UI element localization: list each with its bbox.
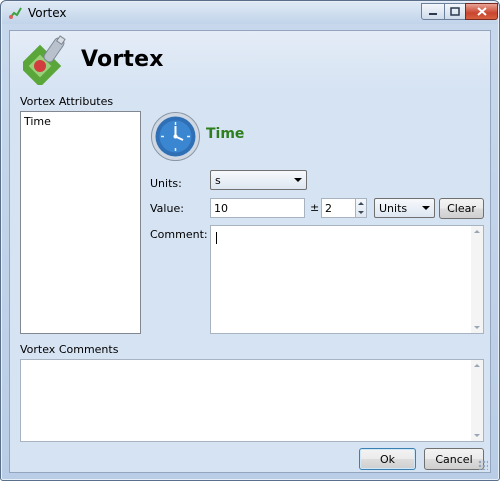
title-bar[interactable]: Vortex: [2, 2, 498, 24]
vortex-logo-icon: [23, 35, 66, 85]
window-title: Vortex: [28, 6, 67, 20]
list-item[interactable]: Time: [24, 115, 51, 128]
comment-scrollbar[interactable]: [471, 226, 483, 333]
text-caret: [216, 232, 217, 244]
scroll-up-icon[interactable]: [474, 230, 480, 233]
precision-input[interactable]: 2: [321, 198, 356, 218]
app-title: Vortex: [81, 47, 164, 72]
clock-icon: [151, 112, 200, 161]
units-select-value: s: [215, 174, 221, 187]
scroll-down-icon[interactable]: [474, 434, 480, 437]
value-units-select[interactable]: Units: [374, 198, 435, 218]
attributes-list[interactable]: Time: [20, 111, 141, 334]
maximize-icon: [450, 7, 460, 16]
value-label: Value:: [150, 202, 184, 215]
scroll-down-icon[interactable]: [474, 326, 480, 329]
cancel-button[interactable]: Cancel: [424, 448, 484, 470]
value-input-text: 10: [214, 202, 228, 215]
close-button[interactable]: [465, 3, 498, 20]
minimize-button[interactable]: [421, 3, 445, 20]
minimize-icon: [429, 12, 437, 15]
dialog-client-area: Vortex Vortex Attributes Time Time Units…: [9, 30, 491, 473]
comment-textarea[interactable]: [210, 225, 484, 334]
resize-grip-icon[interactable]: [478, 460, 488, 470]
plus-minus-label: ±: [310, 201, 320, 214]
ok-button[interactable]: Ok: [359, 448, 416, 470]
value-units-select-value: Units: [379, 202, 408, 215]
clear-button[interactable]: Clear: [439, 198, 484, 219]
chevron-down-icon: [422, 206, 430, 210]
value-input[interactable]: 10: [210, 198, 305, 218]
spin-down-icon[interactable]: [358, 211, 364, 214]
scroll-up-icon[interactable]: [474, 364, 480, 367]
vortex-window: Vortex Vortex Vortex Attributes Time Tim…: [0, 0, 500, 481]
attribute-title: Time: [206, 126, 245, 142]
vortex-comments-label: Vortex Comments: [20, 343, 119, 356]
vortex-small-icon: [9, 7, 22, 19]
attributes-label: Vortex Attributes: [20, 95, 114, 108]
comment-label: Comment:: [150, 228, 208, 241]
chevron-down-icon: [294, 178, 302, 182]
precision-spinner[interactable]: [355, 198, 367, 218]
vortex-comments-scrollbar[interactable]: [471, 360, 483, 441]
maximize-button[interactable]: [444, 3, 466, 20]
close-icon: [476, 7, 487, 16]
spin-up-icon[interactable]: [358, 202, 364, 205]
precision-input-text: 2: [325, 202, 332, 215]
units-select[interactable]: s: [210, 170, 307, 190]
units-label: Units:: [150, 177, 182, 190]
vortex-comments-textarea[interactable]: [20, 359, 484, 442]
